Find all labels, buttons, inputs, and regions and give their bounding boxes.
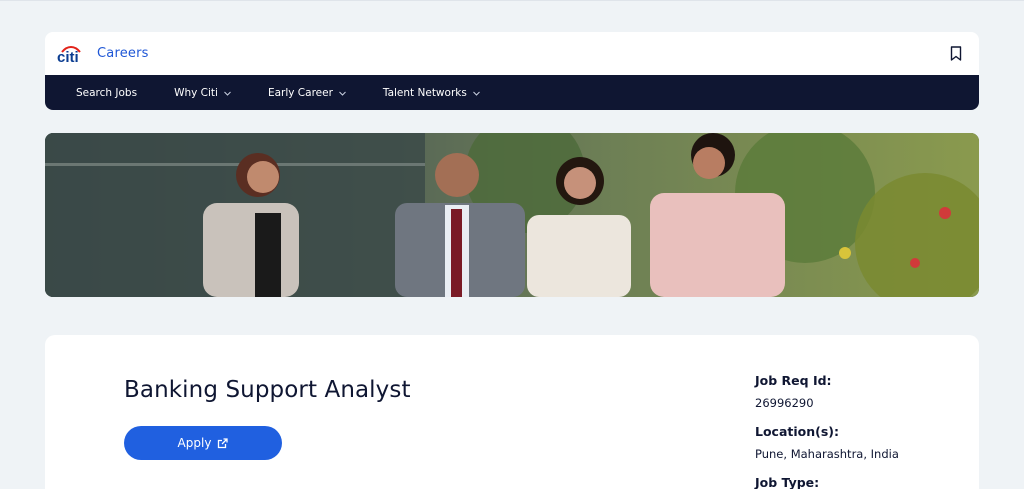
main-nav: Search Jobs Why Citi Early Career Talent… bbox=[45, 75, 979, 110]
location-value: Pune, Maharashtra, India bbox=[755, 447, 899, 461]
location-label: Location(s): bbox=[755, 424, 840, 439]
job-type-label: Job Type: bbox=[755, 475, 820, 489]
bookmark-icon[interactable] bbox=[947, 45, 965, 63]
top-divider bbox=[0, 0, 1024, 1]
nav-item-label: Talent Networks bbox=[382, 86, 467, 99]
job-details-card: Banking Support Analyst Apply Job Req Id… bbox=[45, 335, 979, 489]
nav-item-label: Why Citi bbox=[174, 86, 218, 99]
careers-link[interactable]: Careers bbox=[97, 46, 149, 61]
job-title: Banking Support Analyst bbox=[124, 377, 411, 403]
apply-button[interactable]: Apply bbox=[124, 426, 282, 460]
nav-why-citi[interactable]: Why Citi bbox=[174, 87, 231, 99]
hero-banner-image bbox=[45, 133, 979, 297]
header-top-bar: citi Careers bbox=[45, 32, 979, 75]
nav-early-career[interactable]: Early Career bbox=[268, 87, 346, 99]
chevron-down-icon bbox=[472, 87, 480, 99]
chevron-down-icon bbox=[224, 87, 231, 99]
job-req-id-label: Job Req Id: bbox=[755, 373, 832, 388]
svg-text:citi: citi bbox=[57, 49, 79, 63]
citi-logo[interactable]: citi bbox=[57, 45, 85, 63]
apply-label: Apply bbox=[177, 436, 212, 450]
nav-search-jobs[interactable]: Search Jobs bbox=[76, 87, 137, 99]
nav-item-label: Search Jobs bbox=[76, 86, 138, 99]
nav-item-label: Early Career bbox=[267, 86, 333, 99]
external-link-icon bbox=[217, 437, 229, 449]
site-header: citi Careers Search Jobs Why Citi Early … bbox=[45, 32, 979, 110]
job-req-id-value: 26996290 bbox=[755, 396, 814, 410]
nav-talent-networks[interactable]: Talent Networks bbox=[383, 87, 480, 99]
job-meta: Job Req Id: 26996290 Location(s): Pune, … bbox=[755, 373, 955, 489]
chevron-down-icon bbox=[339, 87, 346, 99]
